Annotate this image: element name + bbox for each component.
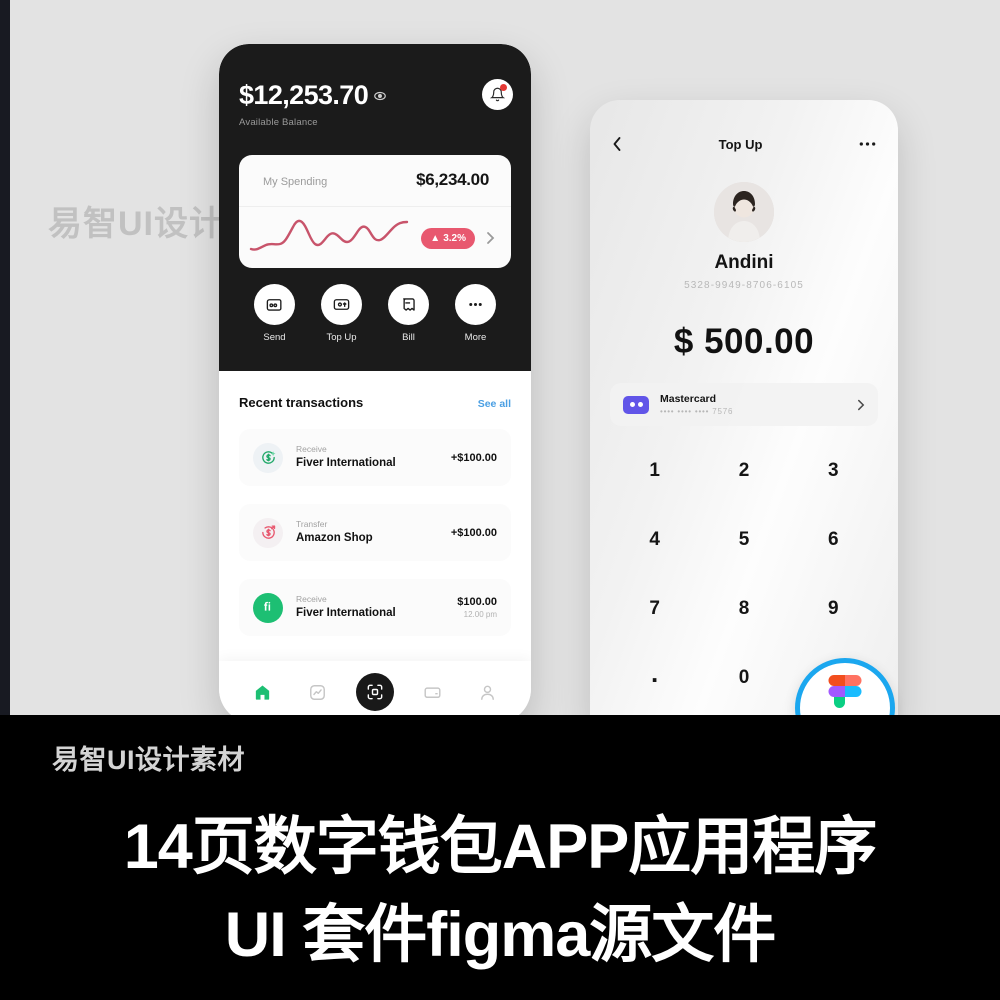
notification-bell-button[interactable] [482, 79, 513, 110]
topup-header: Top Up [590, 136, 898, 152]
fiverr-glyph [263, 601, 270, 611]
dollar-transfer-icon [253, 517, 283, 548]
quick-actions: Send Top Up Bill More [219, 284, 531, 343]
key-7[interactable]: 7 [610, 578, 699, 639]
fiverr-icon [253, 592, 283, 623]
key-0[interactable]: 0 [699, 647, 788, 708]
key-6[interactable]: 6 [789, 509, 878, 570]
bill-icon-circle [388, 284, 429, 325]
bottom-navigation [219, 661, 531, 723]
dollar-receive-icon [253, 442, 283, 473]
chart-icon [310, 684, 326, 700]
nav-item-cards[interactable] [415, 675, 449, 709]
profile-card-number: 5328-9949-8706-6105 [684, 280, 804, 291]
payment-method-row[interactable]: Mastercard •••• •••• •••• 7576 [610, 383, 878, 426]
banner-line-1: 14页数字钱包APP应用程序 [123, 812, 878, 882]
more-icon-circle [455, 284, 496, 325]
transaction-name: Amazon Shop [296, 531, 373, 544]
recent-transactions-header: Recent transactions See all [239, 395, 511, 410]
person-icon [480, 685, 494, 700]
nav-item-scan[interactable] [355, 673, 394, 711]
my-spending-label: My Spending [263, 176, 328, 188]
key-5[interactable]: 5 [699, 509, 788, 570]
banner-watermark: 易智UI设计素材 [52, 745, 245, 775]
spending-sparkline [249, 219, 409, 251]
chevron-left-icon[interactable] [612, 136, 622, 152]
bill-receipt-icon [403, 298, 415, 311]
key-1[interactable]: 1 [610, 440, 699, 501]
mastercard-icon [623, 395, 649, 414]
payment-method-masked-number: •••• •••• •••• 7576 [660, 407, 734, 416]
phone-topup: Top Up Andini 5328-9949-8706-6105 $ 500.… [590, 100, 898, 723]
wallet-send-icon [266, 299, 282, 311]
card-icon [424, 686, 441, 698]
avatar [714, 182, 774, 242]
available-balance-amount: $12,253.70 [239, 80, 369, 110]
transaction-row[interactable]: Transfer Amazon Shop +$100.00 [239, 504, 511, 561]
key-8[interactable]: 8 [699, 578, 788, 639]
home-icon [255, 685, 270, 700]
available-balance-label: Available Balance [239, 117, 318, 128]
key-2[interactable]: 2 [699, 440, 788, 501]
key-9[interactable]: 9 [789, 578, 878, 639]
notification-dot [500, 84, 507, 91]
key-decimal[interactable]: . [610, 647, 699, 708]
transaction-amount: $100.00 [457, 596, 497, 608]
phone-wallet-home: $12,253.70 Available Balance My Spending… [219, 44, 531, 723]
qr-scan-icon [367, 684, 383, 700]
recent-transactions-title: Recent transactions [239, 395, 364, 410]
card-topup-icon [333, 299, 350, 310]
transaction-amount: +$100.00 [450, 451, 497, 464]
transaction-name: Fiver International [296, 606, 396, 619]
action-topup[interactable]: Top Up [315, 284, 369, 343]
action-send-label: Send [263, 332, 286, 343]
transaction-type: Transfer [296, 518, 328, 529]
nav-item-home[interactable] [246, 675, 280, 709]
transaction-type: Receive [296, 593, 327, 604]
topup-icon-circle [321, 284, 362, 325]
left-edge-strip [0, 0, 10, 723]
transaction-row[interactable]: Receive Fiver International $100.00 12.0… [239, 579, 511, 636]
action-topup-label: Top Up [326, 332, 357, 343]
profile-name: Andini [714, 252, 774, 273]
ellipsis-icon [469, 302, 482, 307]
trend-up-icon: ▲ [430, 233, 441, 244]
action-bill[interactable]: Bill [382, 284, 436, 343]
action-more-label: More [464, 332, 487, 343]
user-avatar-illustration [714, 182, 774, 242]
key-4[interactable]: 4 [610, 509, 699, 570]
screenshot-root: 易智UI设计素材 $12,253.70 Available Balance My… [0, 0, 1000, 1000]
transaction-amount: +$100.00 [450, 526, 497, 539]
key-3[interactable]: 3 [789, 440, 878, 501]
my-spending-card[interactable]: My Spending $6,234.00 ▲ 3.2% [239, 155, 511, 268]
card-divider [239, 206, 511, 207]
see-all-link[interactable]: See all [478, 398, 511, 410]
topup-amount: $ 500.00 [673, 322, 815, 361]
transaction-type: Receive [296, 443, 327, 454]
chevron-right-icon[interactable] [857, 398, 865, 412]
action-more[interactable]: More [449, 284, 503, 343]
transaction-name: Fiver International [296, 456, 396, 469]
transaction-time: 12.00 pm [463, 610, 497, 619]
spending-change-value: 3.2% [443, 233, 466, 244]
action-bill-label: Bill [402, 332, 415, 343]
my-spending-amount: $6,234.00 [416, 170, 489, 189]
nav-item-profile[interactable] [470, 675, 504, 709]
nav-item-stats[interactable] [301, 675, 335, 709]
eye-icon[interactable] [373, 89, 387, 108]
chevron-right-icon[interactable] [486, 231, 495, 245]
payment-method-name: Mastercard [660, 393, 717, 405]
banner-line-2: UI 套件figma源文件 [224, 900, 777, 970]
page-title: Top Up [718, 136, 763, 152]
spending-change-badge: ▲ 3.2% [421, 228, 475, 249]
transaction-row[interactable]: Receive Fiver International +$100.00 [239, 429, 511, 486]
ellipsis-icon[interactable] [859, 141, 876, 147]
send-icon-circle [254, 284, 295, 325]
action-send[interactable]: Send [248, 284, 302, 343]
